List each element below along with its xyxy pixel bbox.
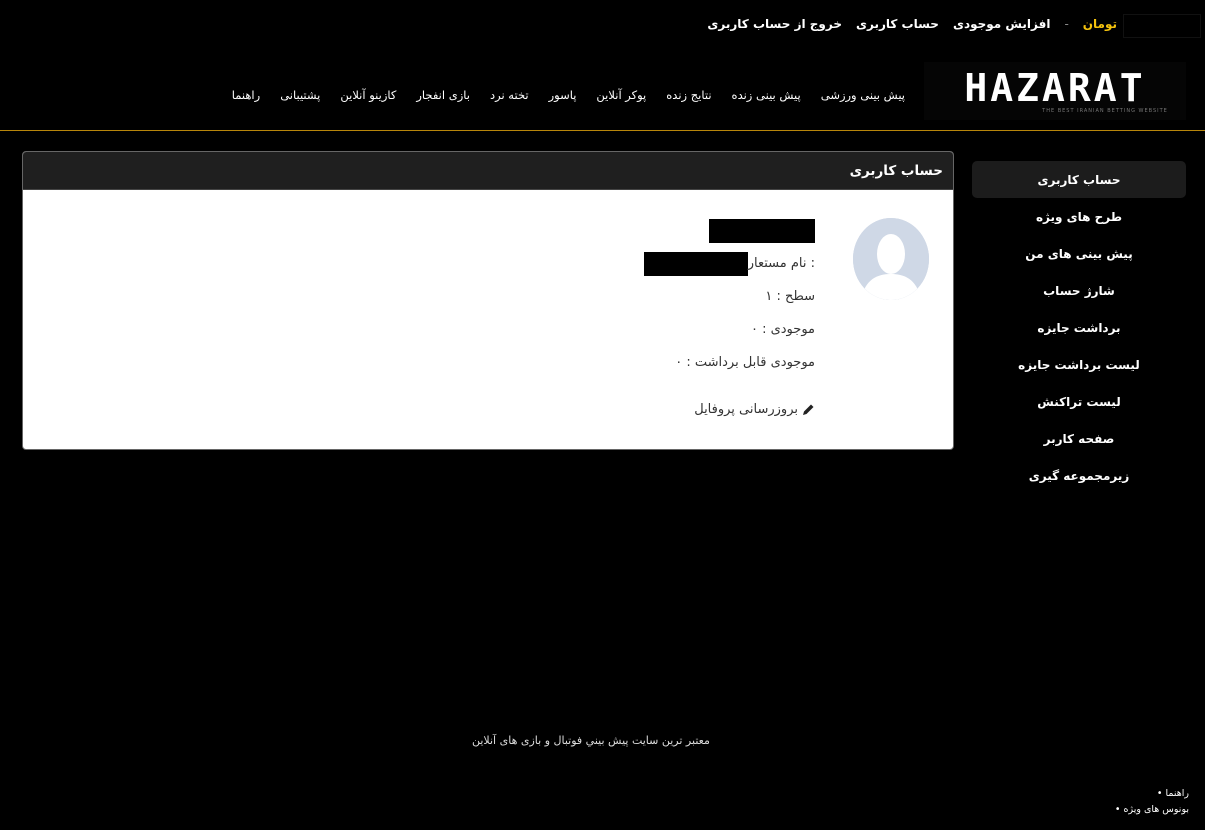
balance-row: موجودی : ۰ (644, 313, 815, 346)
sidebar-item-referral[interactable]: زیرمجموعه گیری (972, 457, 1186, 494)
header-divider (0, 130, 1205, 131)
user-silhouette-icon (853, 218, 929, 300)
sidebar-item-special-plans[interactable]: طرح های ویژه (972, 198, 1186, 235)
nav-online-poker[interactable]: پوکر آنلاین (596, 88, 646, 102)
currency-label: تومان (1082, 17, 1117, 31)
footer-links: • راهنما • بونوس های ویژه (1115, 786, 1189, 818)
withdrawable-row: موجودی قابل برداشت : ۰ (644, 346, 815, 379)
nickname-redacted (643, 251, 748, 276)
username-redacted (709, 218, 815, 243)
nav-pasur[interactable]: پاسور (549, 88, 577, 102)
nav-live-betting[interactable]: پیش بینی زنده (732, 88, 801, 102)
footer-link-bonuses[interactable]: • بونوس های ویژه (1115, 802, 1189, 818)
edit-profile-link[interactable]: بروزرسانی پروفایل (644, 393, 815, 426)
card-title: حساب کاربری (23, 152, 953, 190)
nickname-row: نام مستعار : (643, 247, 815, 280)
balance-label: موجودی : ۰ (750, 322, 815, 337)
level-row: سطح : ۱ (644, 280, 815, 313)
logo-tagline: THE BEST IRANIAN BETTING WEBSITE (1042, 108, 1168, 114)
footer-link-help[interactable]: • راهنما (1115, 786, 1189, 802)
nav-help[interactable]: راهنما (232, 88, 260, 102)
profile-info: نام مستعار : سطح : ۱ موجودی : ۰ موجودی ق… (643, 214, 815, 426)
sidebar-item-withdraw-list[interactable]: لیست برداشت جایزه (972, 346, 1186, 383)
sidebar-item-user-page[interactable]: صفحه کاربر (972, 420, 1186, 457)
pencil-icon (803, 404, 814, 415)
account-link[interactable]: حساب کاربری (856, 17, 939, 31)
nav-online-casino[interactable]: کازینو آنلاین (340, 88, 396, 102)
main-nav: پیش بینی ورزشی پیش بینی زنده نتایج زنده … (232, 88, 905, 102)
balance-value-redacted (1123, 14, 1201, 38)
level-label: سطح : ۱ (765, 289, 815, 304)
separator: - (1064, 17, 1069, 31)
withdrawable-label: موجودی قابل برداشت : ۰ (675, 355, 815, 370)
logout-link[interactable]: خروج از حساب کاربری (707, 17, 842, 31)
sidebar-item-deposit[interactable]: شارژ حساب (972, 272, 1186, 309)
top-links: تومان - افزایش موجودی حساب کاربری خروج ا… (707, 17, 1117, 31)
sidebar-item-transactions[interactable]: لیست تراکنش (972, 383, 1186, 420)
nav-backgammon[interactable]: تخته نرد (490, 88, 529, 102)
footer-tagline: معتبر ترین سایت پیش بيني فوتبال و بازی ه… (472, 734, 710, 747)
account-sidebar: حساب کاربری طرح های ویژه پیش بینی های من… (972, 161, 1186, 494)
nav-support[interactable]: پشتیبانی (280, 88, 320, 102)
account-card: حساب کاربری نام مستعار : سطح : ۱ موجودی … (22, 151, 954, 450)
nav-crash-game[interactable]: بازی انفجار (416, 88, 470, 102)
top-bar: تومان - افزایش موجودی حساب کاربری خروج ا… (0, 0, 1205, 44)
increase-balance-link[interactable]: افزایش موجودی (953, 17, 1050, 31)
avatar (853, 218, 929, 300)
nickname-label: نام مستعار : (747, 256, 815, 271)
logo-text: HAZARAT (964, 66, 1146, 110)
sidebar-item-my-bets[interactable]: پیش بینی های من (972, 235, 1186, 272)
edit-profile-label: بروزرسانی پروفایل (694, 402, 798, 417)
sidebar-item-account[interactable]: حساب کاربری (972, 161, 1186, 198)
site-logo[interactable]: HAZARAT THE BEST IRANIAN BETTING WEBSITE (924, 62, 1186, 120)
main-header: HAZARAT THE BEST IRANIAN BETTING WEBSITE… (0, 58, 1205, 130)
sidebar-item-withdraw[interactable]: برداشت جایزه (972, 309, 1186, 346)
username-row (644, 214, 815, 247)
nav-live-results[interactable]: نتایج زنده (666, 88, 711, 102)
nav-sports-betting[interactable]: پیش بینی ورزشی (821, 88, 905, 102)
